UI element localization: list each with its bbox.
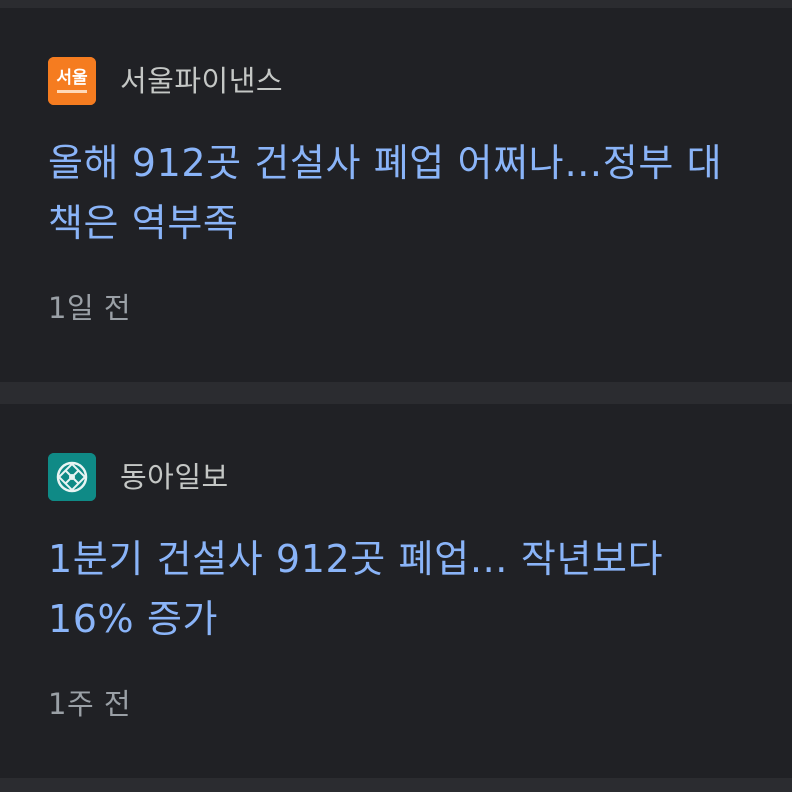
news-source: 동아일보 — [48, 453, 229, 501]
source-name: 동아일보 — [120, 460, 229, 494]
headline-link[interactable]: 올해 912곳 건설사 폐업 어쩌나…정부 대책은 역부족 — [48, 133, 744, 253]
timestamp: 1주 전 — [48, 687, 132, 721]
timestamp: 1일 전 — [48, 291, 132, 325]
headline-link[interactable]: 1분기 건설사 912곳 폐업… 작년보다 16% 증가 — [48, 529, 744, 649]
seoul-finance-logo-text: 서울 — [56, 68, 88, 88]
news-card[interactable]: 서울 서울파이낸스 올해 912곳 건설사 폐업 어쩌나…정부 대책은 역부족 … — [0, 8, 792, 382]
seoul-finance-logo-icon: 서울 — [48, 57, 96, 105]
source-name: 서울파이낸스 — [120, 64, 284, 98]
donga-ilbo-logo-graphic — [48, 453, 96, 501]
donga-ilbo-logo-icon — [48, 453, 96, 501]
seoul-finance-logo-graphic: 서울 — [48, 57, 96, 105]
news-card[interactable]: 동아일보 1분기 건설사 912곳 폐업… 작년보다 16% 증가 1주 전 — [0, 404, 792, 778]
news-source: 서울 서울파이낸스 — [48, 57, 283, 105]
